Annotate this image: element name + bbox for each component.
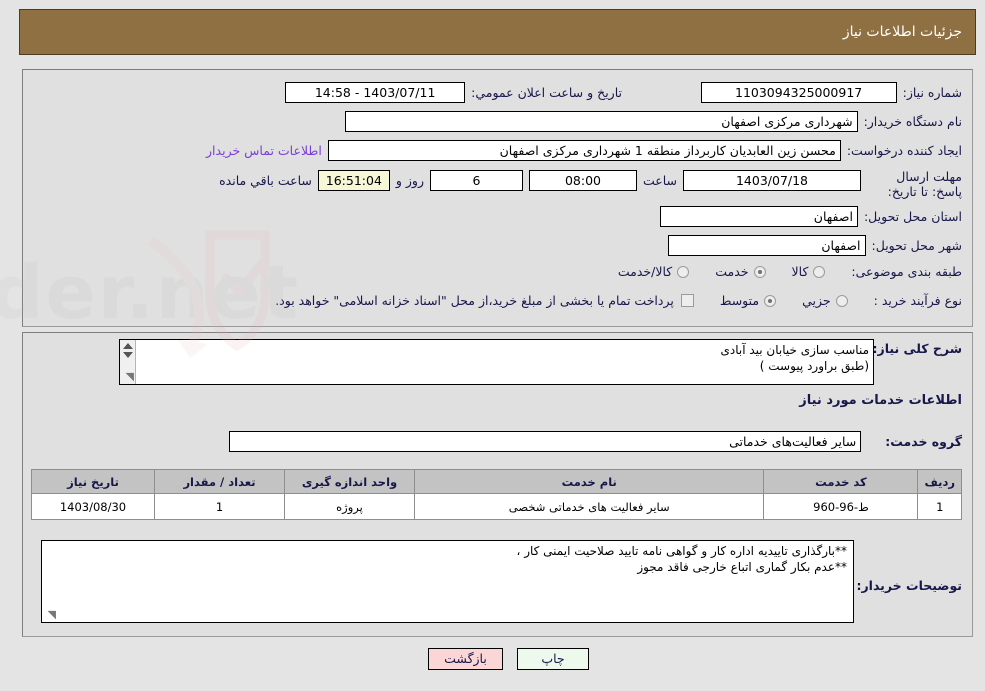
page-root: جزئیات اطلاعات نیاز AriaTender.net شماره…: [0, 0, 985, 691]
buyer-org-label: نام دستگاه خریدار:: [863, 114, 962, 129]
process-option-motavaset[interactable]: متوسط: [719, 293, 777, 308]
radio-kala-khedmat-icon[interactable]: [677, 265, 690, 278]
category-option-kala-label: کالا: [791, 264, 809, 279]
th-code: کد خدمت: [763, 469, 919, 494]
row-requester: ایجاد کننده درخواست: محسن زین العابدیان …: [206, 140, 962, 161]
page-title: جزئیات اطلاعات نیاز: [842, 24, 962, 40]
row-buyer-notes-label: توضیحات خریدار:: [856, 578, 962, 593]
announce-datetime-value: 1403/07/11 - 14:58: [285, 82, 466, 103]
remaining-days-suffix: روز و: [395, 173, 424, 188]
category-option-kala[interactable]: کالا: [792, 264, 826, 279]
cell-name: سایر فعالیت های خدماتی شخصی: [413, 493, 765, 520]
radio-kala-icon[interactable]: [813, 265, 826, 278]
buyer-notes-textarea[interactable]: **بارگذاری تاییدیه اداره کار و گواهی نام…: [41, 540, 854, 623]
radio-khedmat-icon[interactable]: [753, 265, 766, 278]
process-option-motavaset-label: متوسط: [719, 293, 760, 308]
requester-value: محسن زین العابدیان کاربرداز منطقه 1 شهرد…: [327, 140, 841, 161]
process-option-jozi-label: جزیي: [802, 293, 831, 308]
buyer-notes-text: **بارگذاری تاییدیه اداره کار و گواهی نام…: [516, 544, 848, 574]
requester-label: ایجاد کننده درخواست:: [846, 143, 962, 158]
page-header: جزئیات اطلاعات نیاز: [19, 9, 976, 55]
row-category: طبقه بندی موضوعی: کالا خدمت کالا/خدمت: [618, 264, 962, 279]
need-info-panel: شماره نیاز: 1103094325000917 تاریخ و ساع…: [22, 69, 973, 327]
deadline-date-value: 1403/07/18: [683, 170, 861, 191]
process-label: نوع فرآیند خرید :: [873, 293, 962, 308]
announce-datetime-label: تاریخ و ساعت اعلان عمومي:: [471, 85, 622, 100]
treasury-note-option[interactable]: پرداخت تمام یا بخشی از مبلغ خرید،از محل …: [275, 293, 694, 308]
description-textarea[interactable]: مناسب سازی خیابان بید آبادی (طبق براورد …: [119, 339, 874, 385]
cell-code: ط-96-960: [763, 493, 919, 520]
row-buyer-org: نام دستگاه خریدار: شهرداری مرکزی اصفهان: [344, 111, 962, 132]
buyer-org-value: شهرداری مرکزی اصفهان: [344, 111, 858, 132]
scroll-down-arrow-icon[interactable]: [123, 352, 133, 358]
print-button[interactable]: چاپ: [517, 648, 589, 670]
row-deadline: مهلت ارسال پاسخ: تا تاریخ: 1403/07/18 سا…: [219, 169, 962, 199]
th-row: ردیف: [917, 469, 962, 494]
province-value: اصفهان: [659, 206, 858, 227]
category-option-kala-khedmat[interactable]: کالا/خدمت: [617, 264, 690, 279]
th-need-date: تاریخ نیاز: [31, 469, 155, 494]
process-option-jozi[interactable]: جزیي: [802, 293, 848, 308]
service-group-label: گروه خدمت:: [885, 434, 962, 449]
back-button[interactable]: بازگشت: [428, 648, 503, 670]
buyer-contact-link[interactable]: اطلاعات تماس خریدار: [206, 143, 322, 158]
radio-jozi-icon[interactable]: [835, 294, 848, 307]
row-announce-datetime: تاریخ و ساعت اعلان عمومي: 1403/07/11 - 1…: [285, 82, 622, 103]
buyer-notes-label: توضیحات خریدار:: [856, 578, 962, 593]
radio-motavaset-icon[interactable]: [764, 294, 777, 307]
need-number-label: شماره نیاز:: [902, 85, 962, 100]
resize-grip-icon[interactable]: ◥: [122, 371, 134, 383]
th-name: نام خدمت: [413, 469, 765, 494]
category-label: طبقه بندی موضوعی:: [851, 264, 962, 279]
th-quantity: تعداد / مقدار: [154, 469, 285, 494]
category-option-khedmat[interactable]: خدمت: [715, 264, 766, 279]
service-group-value: سایر فعالیت‌های خدماتی: [229, 431, 862, 452]
deadline-time-value: 08:00: [528, 170, 637, 191]
deadline-time-label: ساعت: [642, 173, 677, 188]
table-header-row: ردیف کد خدمت نام خدمت واحد اندازه گیری ت…: [31, 469, 962, 494]
th-unit: واحد اندازه گیری: [284, 469, 415, 494]
row-need-number: شماره نیاز: 1103094325000917: [700, 82, 962, 103]
city-label: شهر محل تحویل:: [871, 238, 962, 253]
cell-unit: پروژه: [284, 493, 415, 520]
row-city: شهر محل تحویل: اصفهان: [667, 235, 962, 256]
remaining-countdown: 16:51:04: [317, 170, 390, 191]
cell-quantity: 1: [154, 493, 285, 520]
table-row: 1 ط-96-960 سایر فعالیت های خدماتی شخصی پ…: [31, 493, 962, 520]
row-service-group: گروه خدمت: سایر فعالیت‌های خدماتی: [229, 431, 962, 452]
row-description-label: شرح کلی نیاز:: [873, 341, 962, 356]
remaining-suffix: ساعت باقي مانده: [219, 173, 312, 188]
row-province: استان محل تحویل: اصفهان: [659, 206, 962, 227]
city-value: اصفهان: [667, 235, 866, 256]
cell-need-date: 1403/08/30: [31, 493, 155, 520]
checkbox-treasury-icon[interactable]: [680, 294, 694, 307]
row-purchase-process: نوع فرآیند خرید : جزیي متوسط پرداخت تمام…: [275, 293, 962, 308]
category-option-kala-khedmat-label: کالا/خدمت: [617, 264, 673, 279]
remaining-days-value: 6: [429, 170, 523, 191]
description-text: مناسب سازی خیابان بید آبادی (طبق براورد …: [720, 343, 869, 373]
services-table: ردیف کد خدمت نام خدمت واحد اندازه گیری ت…: [31, 469, 962, 520]
need-number-value: 1103094325000917: [700, 82, 897, 103]
cell-row: 1: [917, 493, 962, 520]
scroll-up-arrow-icon[interactable]: [123, 343, 133, 349]
buyer-notes-resize-grip-icon[interactable]: ◥: [44, 609, 56, 621]
deadline-label: مهلت ارسال پاسخ: تا تاریخ:: [887, 169, 962, 199]
province-label: استان محل تحویل:: [863, 209, 962, 224]
services-section-heading: اطلاعات خدمات مورد نیاز: [799, 393, 962, 408]
services-panel: شرح کلی نیاز: مناسب سازی خیابان بید آباد…: [22, 332, 973, 637]
category-option-khedmat-label: خدمت: [715, 264, 749, 279]
treasury-note-label: پرداخت تمام یا بخشی از مبلغ خرید،از محل …: [275, 293, 674, 308]
description-label: شرح کلی نیاز:: [872, 341, 962, 356]
